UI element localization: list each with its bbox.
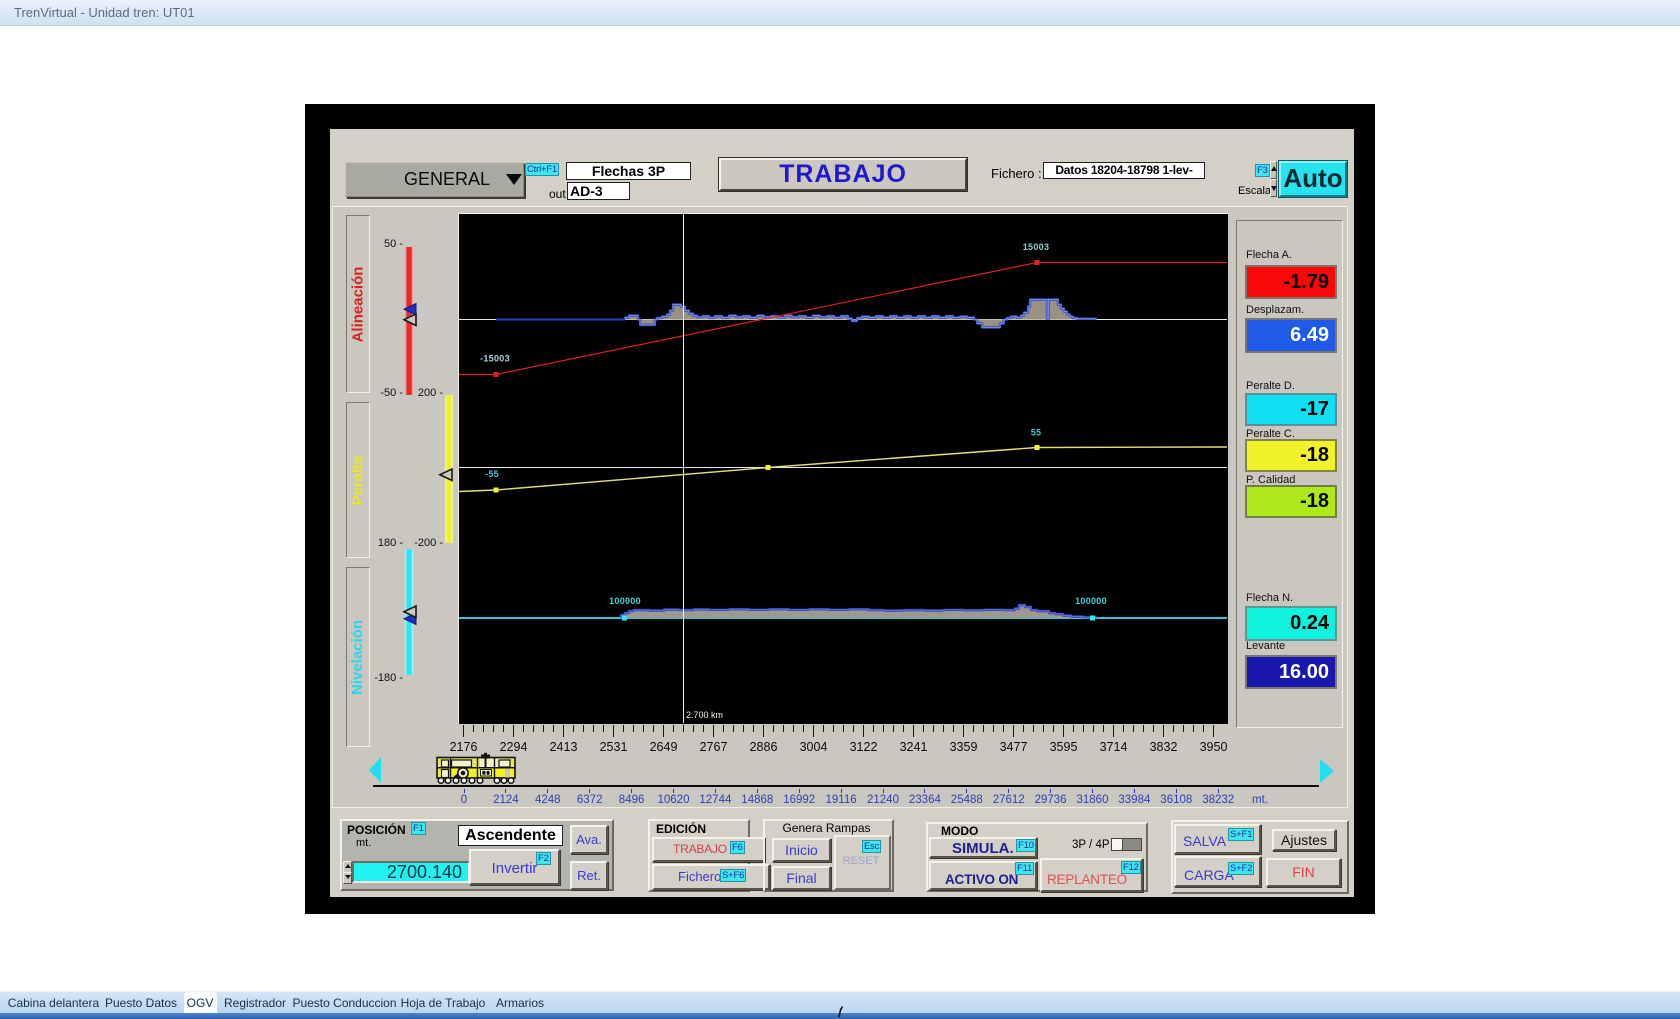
svg-text:55: 55 bbox=[1031, 428, 1042, 438]
svg-text:-15003: -15003 bbox=[480, 354, 510, 364]
svg-text:100000: 100000 bbox=[1075, 596, 1107, 606]
svg-text:2.700 km: 2.700 km bbox=[686, 710, 723, 720]
svg-text:-55: -55 bbox=[485, 469, 499, 479]
svg-text:15003: 15003 bbox=[1023, 242, 1050, 252]
svg-text:100000: 100000 bbox=[609, 596, 641, 606]
